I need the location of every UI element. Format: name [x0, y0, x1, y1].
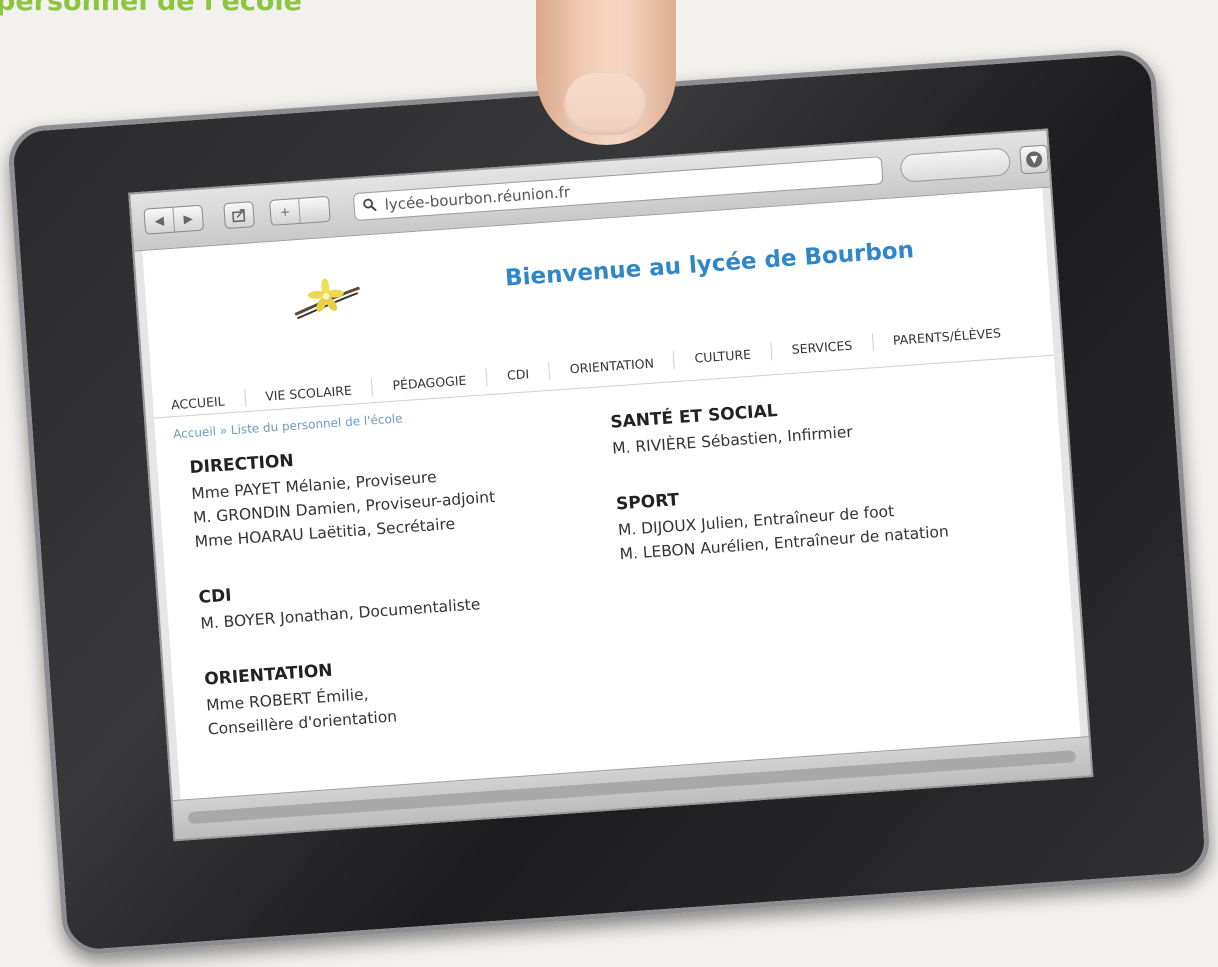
back-icon: ◀ [154, 213, 165, 228]
plus-icon: + [279, 204, 291, 220]
add-bookmark-group: + [269, 195, 331, 226]
staff-column-right: SANTÉ ET SOCIAL M. RIVIÈRE Sébastien, In… [610, 383, 1052, 601]
tablet-device: ◀ ▶ + lycée-bourbon.réunion.fr ▼ Bienven… [6, 47, 1212, 957]
blank-button[interactable] [298, 196, 329, 223]
back-button[interactable]: ◀ [144, 208, 174, 234]
section-sport: SPORT M. DIJOUX Julien, Entraîneur de fo… [615, 465, 1049, 567]
nav-item-services[interactable]: SERVICES [770, 335, 873, 361]
nav-item-vie-scolaire[interactable]: VIE SCOLAIRE [243, 380, 373, 408]
history-buttons: ◀ ▶ [143, 204, 205, 235]
nav-item-pedagogie[interactable]: PÉDAGOGIE [370, 370, 487, 397]
page-content: Bienvenue au lycée de Bourbon ACCUEIL VI… [142, 188, 1081, 801]
nav-item-culture[interactable]: CULTURE [673, 344, 772, 370]
fingernail [564, 73, 646, 135]
share-button[interactable] [223, 201, 255, 230]
breadcrumb[interactable]: Accueil » Liste du personnel de l'école [173, 411, 403, 441]
section-orientation: ORIENTATION Mme ROBERT Émilie, Conseillè… [204, 642, 608, 742]
share-icon [224, 202, 254, 228]
site-title: Bienvenue au lycée de Bourbon [504, 237, 915, 292]
section-direction: DIRECTION Mme PAYET Mélanie, Proviseure … [189, 430, 595, 554]
browser-search-field[interactable] [899, 147, 1012, 183]
download-icon: ▼ [1025, 150, 1043, 169]
nav-item-accueil[interactable]: ACCUEIL [153, 391, 246, 415]
browser-window: ◀ ▶ + lycée-bourbon.réunion.fr ▼ Bienven… [128, 128, 1094, 842]
staff-column-left: DIRECTION Mme PAYET Mélanie, Proviseure … [189, 430, 610, 775]
add-tab-button[interactable]: + [270, 199, 300, 225]
download-button[interactable]: ▼ [1019, 144, 1050, 175]
url-text: lycée-bourbon.réunion.fr [384, 182, 571, 214]
nav-item-parents-eleves[interactable]: PARENTS/ÉLÈVES [871, 322, 1022, 352]
section-cdi: CDI M. BOYER Jonathan, Documentaliste [198, 560, 600, 636]
forward-button[interactable]: ▶ [172, 205, 204, 232]
hand-finger [536, 0, 676, 145]
nav-item-orientation[interactable]: ORIENTATION [548, 353, 675, 380]
search-icon [362, 196, 377, 216]
forward-icon: ▶ [183, 211, 194, 226]
vanilla-flower-logo [294, 278, 360, 320]
page-heading: personnel de l'école [0, 0, 302, 17]
section-sante-social: SANTÉ ET SOCIAL M. RIVIÈRE Sébastien, In… [610, 383, 1042, 461]
nav-item-cdi[interactable]: CDI [485, 363, 550, 387]
